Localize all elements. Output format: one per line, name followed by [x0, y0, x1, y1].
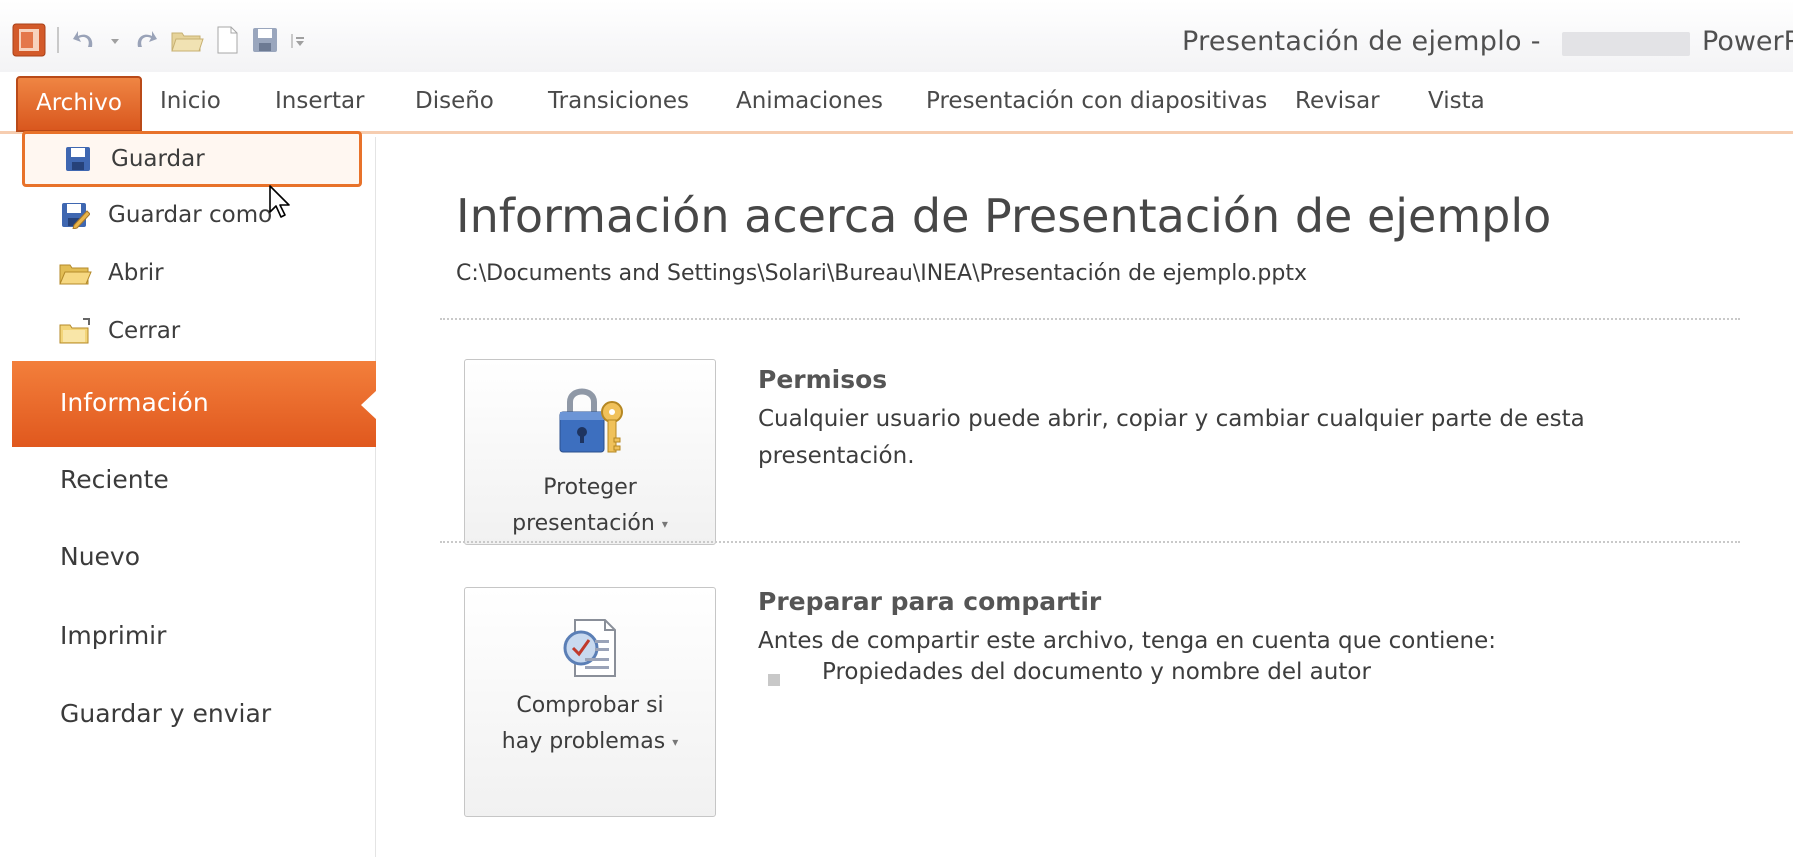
app-name: PowerPoint [1702, 26, 1793, 57]
tab-archivo[interactable]: Archivo [16, 76, 142, 132]
cerrar-label: Cerrar [108, 318, 181, 344]
abrir-label: Abrir [108, 260, 164, 286]
new-document-icon[interactable] [214, 25, 240, 55]
page-title: Información acerca de Presentación de ej… [456, 189, 1552, 243]
undo-dropdown-icon[interactable] [110, 25, 120, 55]
tab-insertar[interactable]: Insertar [275, 88, 365, 114]
preparar-description: Antes de compartir este archivo, tenga e… [758, 628, 1496, 654]
customize-qat-icon[interactable] [290, 25, 306, 55]
title-bar: Presentación de ejemplo - PowerPoint [0, 0, 1793, 72]
chevron-down-icon: ▾ [661, 517, 668, 531]
quick-access-toolbar [12, 22, 316, 58]
protect-presentation-button[interactable]: Proteger presentación ▾ [464, 359, 716, 545]
ribbon-tab-bar: Archivo Inicio Insertar Diseño Transicio… [0, 72, 1793, 134]
save-icon [61, 144, 95, 174]
guardar-label: Guardar [111, 146, 205, 172]
tab-inicio[interactable]: Inicio [160, 88, 221, 114]
separator [56, 25, 60, 55]
nav-guardar-y-enviar[interactable]: Guardar y enviar [60, 699, 271, 728]
divider [440, 541, 1740, 543]
info-panel: Información acerca de Presentación de ej… [378, 137, 1793, 857]
window-title: Presentación de ejemplo - [1182, 26, 1541, 57]
permisos-title: Permisos [758, 365, 888, 394]
save-icon[interactable] [250, 25, 280, 55]
open-folder-icon [58, 258, 92, 288]
mouse-cursor-icon [268, 184, 294, 224]
permisos-description: Cualquier usuario puede abrir, copiar y … [758, 406, 1585, 469]
divider [440, 318, 1740, 320]
tab-presentacion-con-diapositivas[interactable]: Presentación con diapositivas [926, 88, 1267, 114]
tab-transiciones[interactable]: Transiciones [548, 88, 689, 114]
tab-vista[interactable]: Vista [1428, 88, 1485, 114]
guardar-button[interactable]: Guardar [22, 131, 362, 187]
selected-notch [361, 390, 377, 420]
abrir-button[interactable]: Abrir [22, 245, 362, 301]
protect-button-line2: presentación [512, 511, 655, 536]
bullet-document-properties: Propiedades del documento y nombre del a… [822, 659, 1371, 685]
close-folder-icon [58, 316, 92, 346]
redo-icon[interactable] [130, 25, 160, 55]
check-button-line1: Comprobar si [516, 693, 664, 718]
bullet-marker [768, 674, 780, 686]
tab-animaciones[interactable]: Animaciones [736, 88, 883, 114]
nav-reciente[interactable]: Reciente [60, 465, 169, 494]
powerpoint-app-icon[interactable] [12, 23, 46, 57]
redacted-text [1562, 32, 1690, 56]
check-button-line2: hay problemas [501, 729, 666, 754]
nav-informacion[interactable]: Información [12, 361, 377, 447]
cerrar-button[interactable]: Cerrar [22, 303, 362, 359]
tab-diseno[interactable]: Diseño [415, 88, 494, 114]
open-folder-icon[interactable] [170, 25, 204, 55]
file-path: C:\Documents and Settings\Solari\Bureau\… [456, 261, 1307, 286]
chevron-down-icon: ▾ [672, 735, 679, 749]
check-issues-button[interactable]: Comprobar si hay problemas ▾ [464, 587, 716, 817]
preparar-title: Preparar para compartir [758, 587, 1102, 616]
lock-key-icon [465, 382, 715, 464]
nav-imprimir[interactable]: Imprimir [60, 621, 166, 650]
tab-revisar[interactable]: Revisar [1295, 88, 1380, 114]
protect-button-line1: Proteger [543, 475, 637, 500]
nav-informacion-label: Información [60, 388, 209, 417]
inspect-document-icon [465, 614, 715, 696]
guardar-como-button[interactable]: Guardar como [22, 187, 362, 243]
guardar-como-label: Guardar como [108, 202, 273, 228]
undo-icon[interactable] [70, 25, 100, 55]
backstage-nav: Guardar Guardar como Abrir Cerrar Inform… [0, 131, 377, 857]
save-as-icon [58, 200, 92, 230]
nav-nuevo[interactable]: Nuevo [60, 542, 140, 571]
